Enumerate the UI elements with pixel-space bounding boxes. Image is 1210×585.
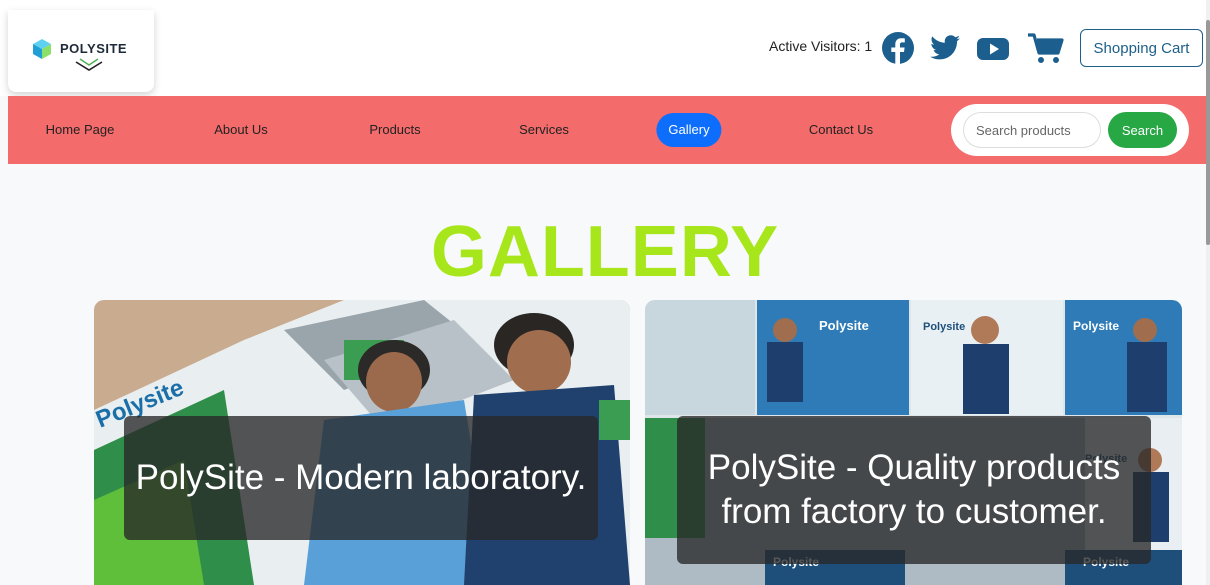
shopping-cart-button[interactable]: Shopping Cart bbox=[1080, 29, 1203, 67]
search-button[interactable]: Search bbox=[1108, 112, 1177, 148]
svg-text:Polysite: Polysite bbox=[1073, 319, 1119, 333]
logo-cube-icon bbox=[33, 39, 51, 59]
nav-item-services[interactable]: Services bbox=[519, 118, 569, 142]
page-scrollbar[interactable] bbox=[1206, 0, 1210, 585]
nav-item-gallery[interactable]: Gallery bbox=[656, 113, 722, 147]
gallery-title: GALLERY bbox=[430, 212, 780, 292]
cart-icon[interactable] bbox=[1027, 31, 1065, 65]
svg-text:Polysite: Polysite bbox=[923, 321, 965, 333]
youtube-icon[interactable] bbox=[976, 31, 1010, 65]
logo-text: POLYSITE bbox=[60, 41, 128, 56]
active-visitors: Active Visitors: 1 bbox=[769, 38, 873, 54]
logo-chevron-icon bbox=[75, 58, 103, 71]
svg-text:Polysite: Polysite bbox=[819, 318, 869, 333]
search-form: Search bbox=[951, 104, 1189, 156]
nav-item-about[interactable]: About Us bbox=[214, 118, 267, 142]
site-header: POLYSITE Active Visitors: 1 Shopping Car… bbox=[0, 0, 1206, 96]
nav-item-products[interactable]: Products bbox=[369, 118, 420, 142]
card-caption: PolySite - Quality products from factory… bbox=[677, 416, 1151, 564]
card-caption: PolySite - Modern laboratory. bbox=[124, 416, 598, 540]
nav-item-home[interactable]: Home Page bbox=[46, 118, 115, 142]
logo[interactable]: POLYSITE bbox=[8, 10, 154, 92]
main-nav: Home Page About Us Products Services Gal… bbox=[8, 96, 1206, 164]
twitter-icon[interactable] bbox=[928, 31, 962, 65]
nav-item-contact[interactable]: Contact Us bbox=[809, 118, 873, 142]
facebook-icon[interactable] bbox=[881, 31, 915, 65]
search-input[interactable] bbox=[963, 112, 1101, 148]
gallery-card[interactable]: Polysite PolySite - Modern laboratory. bbox=[94, 300, 630, 585]
gallery-card[interactable]: Polysite Polysite Polysite Polysite Poly… bbox=[645, 300, 1182, 585]
